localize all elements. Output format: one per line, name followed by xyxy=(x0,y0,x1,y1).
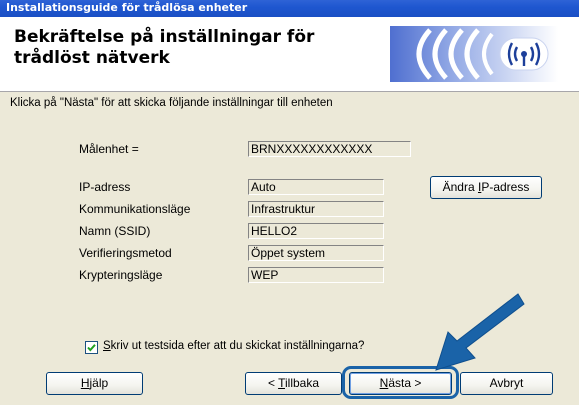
wireless-signal-icon xyxy=(390,26,558,82)
ip-address-label: IP-adress xyxy=(79,180,131,194)
authentication-method-label: Verifieringsmetod xyxy=(79,246,172,260)
target-device-field: BRNXXXXXXXXXXXX xyxy=(248,141,411,157)
change-ip-address-button[interactable]: Ändra IP-adress xyxy=(430,176,542,199)
print-test-page-checkbox[interactable] xyxy=(85,341,98,354)
target-device-label: Målenhet = xyxy=(79,142,139,156)
wizard-header: Bekräftelse på inställningar för trådlös… xyxy=(0,17,579,92)
back-label: illbaka xyxy=(284,376,320,390)
ip-address-field: Auto xyxy=(248,179,384,195)
ssid-label: Namn (SSID) xyxy=(79,224,151,238)
change-ip-label-suffix: P-adress xyxy=(481,180,530,194)
back-accelerator: T xyxy=(278,376,285,390)
next-label: ästa > xyxy=(388,376,422,390)
authentication-method-field: Öppet system xyxy=(248,245,384,261)
back-prefix: < xyxy=(267,376,279,390)
title-bar: Installationsguide för trådlösa enheter xyxy=(0,0,579,17)
pointer-arrow-icon xyxy=(435,293,525,371)
next-button[interactable]: Nästa > xyxy=(349,372,452,395)
encryption-mode-field: WEP xyxy=(248,267,384,283)
wizard-window: Installationsguide för trådlösa enheter … xyxy=(0,0,579,405)
next-accelerator: N xyxy=(379,376,389,390)
encryption-mode-label: Krypteringsläge xyxy=(79,268,163,282)
print-test-page-label[interactable]: Skriv ut testsida efter att du skickat i… xyxy=(103,340,364,352)
print-test-page-text: kriv ut testsida efter att du skickat in… xyxy=(110,340,365,352)
change-ip-label-prefix: Ändra xyxy=(442,180,478,194)
help-button[interactable]: Hjälp xyxy=(46,372,143,395)
communication-mode-field: Infrastruktur xyxy=(248,201,384,217)
print-test-page-accelerator: S xyxy=(103,340,111,352)
communication-mode-label: Kommunikationsläge xyxy=(79,202,191,216)
cancel-button[interactable]: Avbryt xyxy=(460,372,553,395)
window-title: Installationsguide för trådlösa enheter xyxy=(6,1,248,14)
instruction-text: Klicka på "Nästa" för att skicka följand… xyxy=(10,97,333,109)
checkmark-icon xyxy=(87,344,96,352)
ssid-field: HELLO2 xyxy=(248,223,384,239)
back-button[interactable]: < Tillbaka xyxy=(245,372,342,395)
page-title: Bekräftelse på inställningar för trådlös… xyxy=(14,27,315,68)
help-label: jälp xyxy=(89,376,109,390)
